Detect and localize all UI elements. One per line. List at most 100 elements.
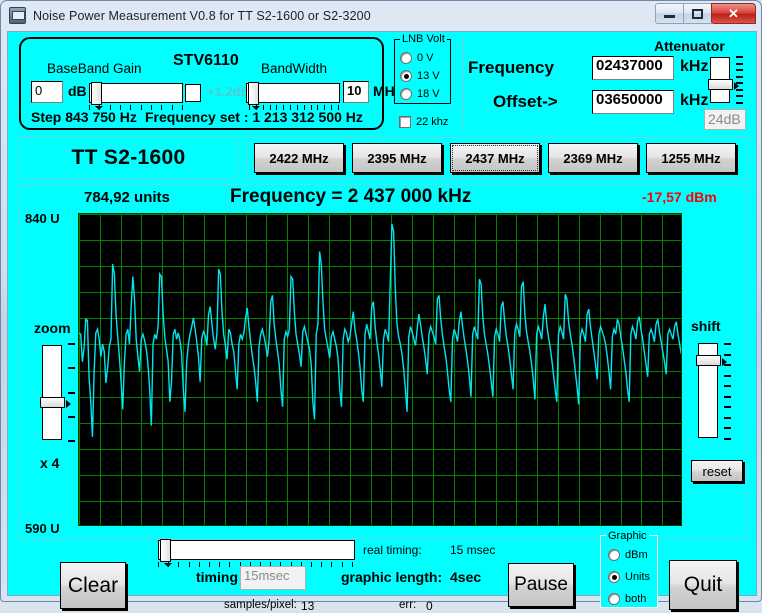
timing-value: 15msec [240,566,306,590]
radio-icon[interactable] [400,52,412,64]
bandwidth-slider[interactable] [246,82,340,110]
lnb-volt-caption: LNB Volt [400,33,447,45]
minimize-button[interactable] [655,3,684,24]
frequency-input[interactable]: 02437000 [592,56,674,80]
graphic-option-both-label: both [625,593,647,605]
timing-slider[interactable] [158,539,355,567]
samples-per-pixel-label: samples/pixel: [224,599,297,611]
attenuator-value: 24dB [704,109,746,130]
error-value: 0 [426,599,433,613]
baseband-gain-label: BaseBand Gain [47,61,142,76]
axis-label-top: 840 U [25,211,60,226]
lnb-option-18v[interactable]: 18 V [400,88,440,100]
attenuator-slider-ticks [736,56,743,104]
radio-icon[interactable] [400,88,412,100]
shift-label: shift [691,318,721,334]
timing-label: timing [196,569,238,585]
baseband-gain-slider-thumb[interactable] [91,82,103,110]
baseband-gain-unit: dB [68,83,87,99]
client-area: BaseBand Gain STV6110 BandWidth 0 dB +1.… [7,31,757,613]
tone-22khz-label: 22 khz [416,116,449,128]
shift-slider-ticks [724,343,731,440]
lnb-option-0v-label: 0 V [417,52,434,64]
device-name-box: TT S2-1600 [19,137,238,179]
preset-button-2422[interactable]: 2422 MHz [254,143,344,173]
preset-button-bar: 2422 MHz 2395 MHz 2437 MHz 2369 MHz 1255… [246,137,748,179]
maximize-button[interactable] [683,3,712,24]
preset-button-2437[interactable]: 2437 MHz [450,143,540,173]
baseband-gain-extra-label: +1.2dB [207,84,250,99]
stv6110-panel: BaseBand Gain STV6110 BandWidth 0 dB +1.… [19,37,402,130]
zoom-multiplier: x 4 [40,455,60,471]
reset-button[interactable]: reset [691,460,743,482]
radio-icon[interactable] [608,549,620,561]
window-buttons: ✕ [655,3,756,25]
offset-input[interactable]: 03650000 [592,90,674,114]
step-label: Step 843 750 Hz [31,109,137,125]
frequency-unit: kHz [680,58,709,75]
offset-label: Offset-> [493,92,558,111]
frequency-label: Frequency [468,58,554,77]
baseband-gain-slider[interactable] [89,82,183,110]
bandwidth-input[interactable]: 10 [343,81,369,103]
graphic-option-units[interactable]: Units [608,571,650,583]
radio-icon[interactable] [400,70,412,82]
lnb-option-0v[interactable]: 0 V [400,52,434,64]
frequency-readout: Frequency = 2 437 000 kHz [230,186,472,207]
preset-button-1255[interactable]: 1255 MHz [646,143,736,173]
checkbox-icon[interactable] [399,116,411,128]
graphic-option-both[interactable]: both [608,593,646,605]
zoom-slider-thumb[interactable] [40,397,71,408]
attenuator-label: Attenuator [654,38,725,54]
stv6110-title: STV6110 [173,52,239,69]
device-name: TT S2-1600 [71,146,186,169]
radio-icon[interactable] [608,593,620,605]
zoom-slider-ticks [68,343,75,442]
shift-slider-thumb[interactable] [696,355,727,366]
graphic-option-dbm[interactable]: dBm [608,549,648,561]
graph-panel: 784,92 units Frequency = 2 437 000 kHz -… [19,184,748,539]
tuner-panel: Frequency 02437000 kHz Offset-> 03650000… [463,37,748,130]
timing-slider-thumb[interactable] [160,539,172,567]
attenuator-slider-thumb[interactable] [708,79,739,90]
real-timing-value: 15 msec [450,543,496,557]
title-bar: Noise Power Measurement V0.8 for TT S2-1… [1,1,761,30]
bandwidth-slider-thumb[interactable] [248,82,260,110]
window-title: Noise Power Measurement V0.8 for TT S2-1… [33,8,371,23]
units-readout: 784,92 units [84,189,170,206]
lnb-option-13v[interactable]: 13 V [400,70,440,82]
zoom-label: zoom [34,320,71,336]
baseband-gain-input[interactable]: 0 [31,81,63,103]
error-label: err: [399,599,417,611]
shift-slider[interactable] [696,343,727,438]
axis-label-bottom: 590 U [25,521,60,536]
offset-unit: kHz [680,92,709,109]
graphic-length-value: 4sec [450,569,482,585]
attenuator-slider[interactable] [708,57,739,103]
real-timing-label: real timing: [363,543,422,557]
lnb-option-13v-label: 13 V [417,70,440,82]
close-icon: ✕ [728,5,739,21]
preset-button-2395[interactable]: 2395 MHz [352,143,442,173]
graphic-length-label: graphic length: [341,569,443,585]
samples-per-pixel-value: 13 [301,599,315,613]
bandwidth-label: BandWidth [261,61,328,76]
minimize-icon [664,15,675,18]
app-icon [9,7,26,24]
pause-button[interactable]: Pause [508,563,574,607]
close-button[interactable]: ✕ [711,3,756,24]
tone-22khz-checkbox[interactable]: 22 khz [399,116,448,128]
radio-icon[interactable] [608,571,620,583]
frequency-set-label: Frequency set : 1 213 312 500 Hz [145,109,363,125]
graphic-option-dbm-label: dBm [625,549,648,561]
quit-button[interactable]: Quit [669,560,737,610]
graphic-option-units-label: Units [625,571,651,583]
graphic-mode-caption: Graphic [606,530,649,542]
preset-button-2369[interactable]: 2369 MHz [548,143,638,173]
chart-svg [79,214,681,525]
lnb-option-18v-label: 18 V [417,88,440,100]
dbm-readout: -17,57 dBm [642,189,717,205]
zoom-slider[interactable] [40,345,71,440]
noise-power-chart [78,213,682,526]
baseband-gain-step-box[interactable] [185,84,201,102]
